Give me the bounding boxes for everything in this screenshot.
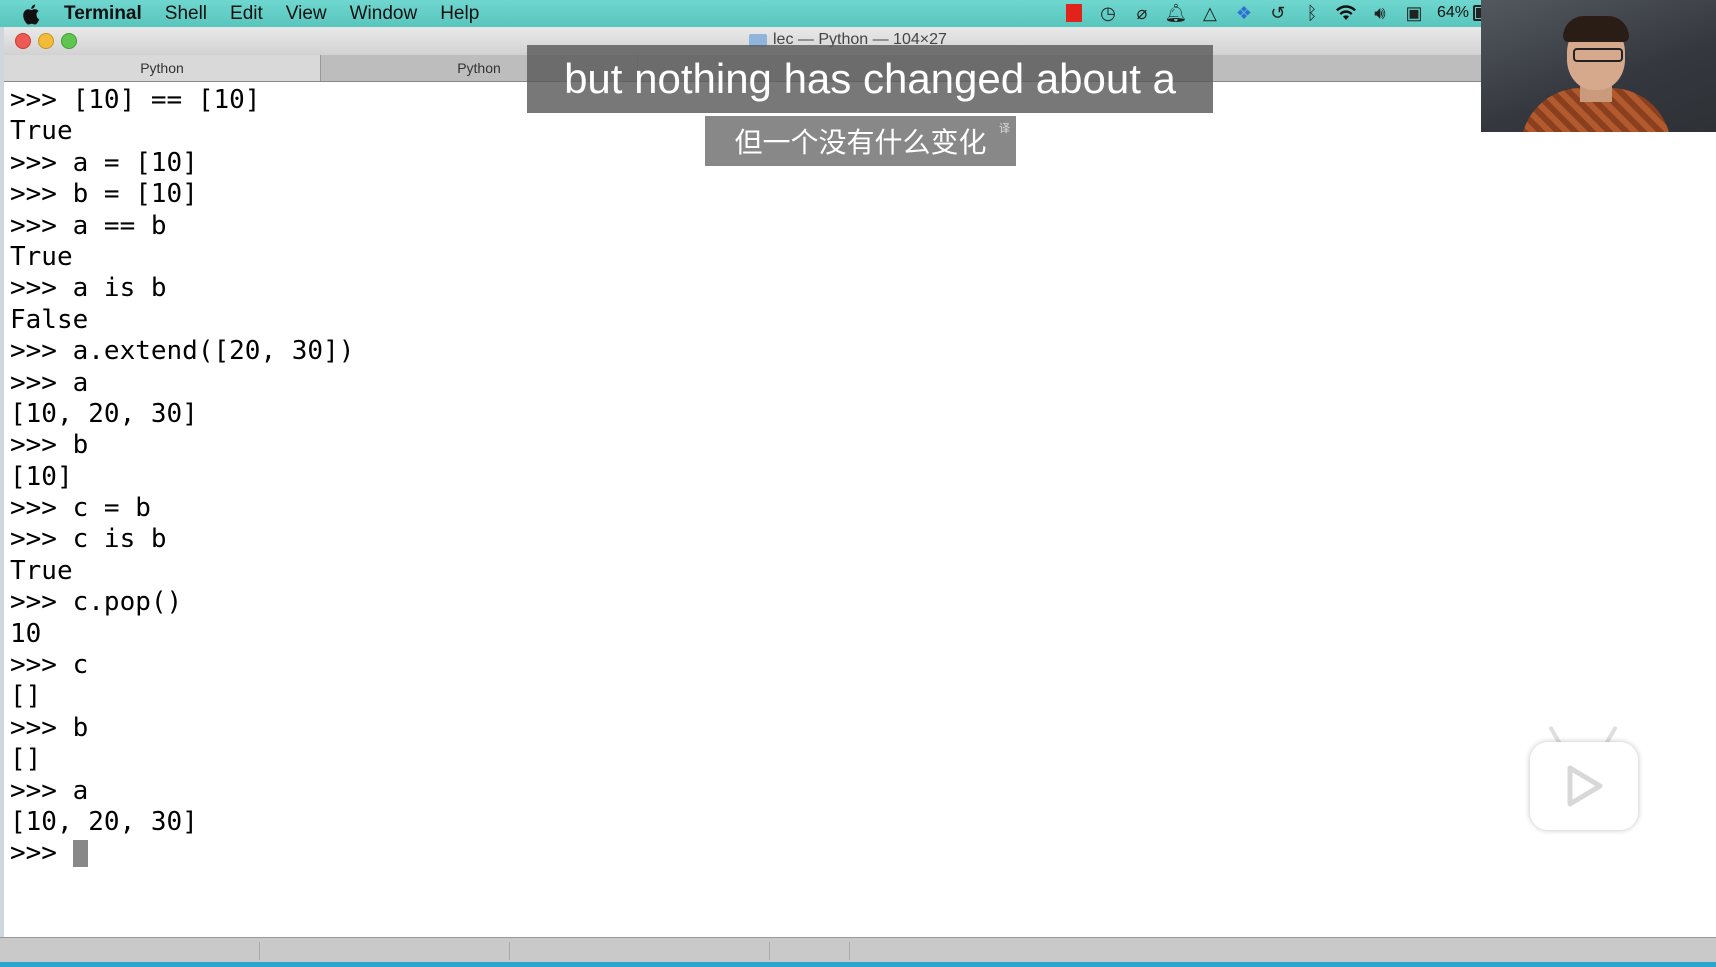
terminal-line: >>> a.extend([20, 30]): [10, 336, 355, 367]
menu-window[interactable]: Window: [350, 3, 418, 25]
zoom-button[interactable]: [61, 33, 77, 49]
record-icon[interactable]: [1063, 2, 1085, 24]
time-machine-icon[interactable]: ↺: [1267, 2, 1289, 24]
dropbox-icon[interactable]: ❖: [1233, 2, 1255, 24]
subtitle-english: but nothing has changed about a: [527, 45, 1213, 113]
bottom-strip: [0, 962, 1716, 967]
text-cursor: [72, 840, 88, 868]
terminal-line: True: [10, 555, 73, 586]
dock-item[interactable]: [270, 942, 510, 960]
terminal-line: []: [10, 744, 42, 775]
terminal-line: >>> a == b: [10, 210, 167, 241]
battery-percent: 64%: [1436, 4, 1469, 21]
terminal-line: >>> b: [10, 712, 89, 743]
menu-edit[interactable]: Edit: [230, 3, 263, 25]
display-icon[interactable]: ▣: [1403, 2, 1425, 24]
terminal-line: []: [10, 681, 42, 712]
terminal-line: True: [10, 241, 73, 272]
subtitle-chinese-text: 但一个没有什么变化: [734, 127, 987, 158]
drive-icon[interactable]: △: [1199, 2, 1221, 24]
notification-bell-icon[interactable]: 🔔︎: [1165, 2, 1188, 24]
webcam-overlay: [1481, 0, 1716, 132]
close-button[interactable]: [15, 33, 31, 49]
terminal-line: >>> a is b: [10, 273, 167, 304]
prompt: >>>: [10, 838, 73, 869]
wifi-icon[interactable]: [1335, 2, 1357, 24]
menu-shell[interactable]: Shell: [165, 3, 207, 25]
dock-item[interactable]: [790, 942, 850, 960]
volume-icon[interactable]: 🔊︎: [1369, 2, 1391, 24]
menu-terminal[interactable]: Terminal: [64, 3, 142, 25]
minimize-button[interactable]: [38, 33, 54, 49]
terminal-line: >>> c: [10, 650, 89, 681]
bluetooth-icon[interactable]: ᛒ: [1301, 2, 1323, 24]
play-icon: [1567, 765, 1603, 807]
presenter-glasses: [1573, 48, 1623, 62]
terminal-line: >>> c.pop(): [10, 587, 183, 618]
terminal-line: 10: [10, 618, 42, 649]
menu-bar: Terminal Shell Edit View Window Help ◷ ⌀…: [0, 0, 1716, 27]
terminal-window: lec — Python — 104×27 Python Python >>> …: [4, 27, 1716, 964]
terminal-line: [10, 20, 30]: [10, 398, 198, 429]
menu-view[interactable]: View: [286, 3, 327, 25]
subtitle-chinese: 但一个没有什么变化 译: [705, 116, 1016, 166]
menu-help[interactable]: Help: [440, 3, 479, 25]
clock-app-icon[interactable]: ◷: [1097, 2, 1119, 24]
status-icons: ◷ ⌀ 🔔︎ △ ❖ ↺ ᛒ 🔊︎ ▣ 64%: [1063, 2, 1501, 24]
apple-icon[interactable]: [22, 3, 50, 25]
terminal-prompt-line[interactable]: >>>: [10, 838, 1510, 869]
paperclip-icon[interactable]: ⌀: [1131, 2, 1153, 24]
translate-tag: 译: [999, 123, 1010, 135]
terminal-line: >>> b: [10, 430, 89, 461]
tab-python-1[interactable]: Python: [4, 55, 321, 81]
terminal-line: >>> b = [10]: [10, 179, 198, 210]
dock-item[interactable]: [530, 942, 770, 960]
terminal-line: False: [10, 304, 89, 335]
terminal-line: [10]: [10, 461, 73, 492]
terminal-line: >>> a: [10, 775, 89, 806]
terminal-output[interactable]: >>> [10] == [10] True >>> a = [10] >>> b…: [10, 85, 1510, 885]
play-button[interactable]: [1530, 742, 1638, 830]
dock-item[interactable]: [20, 942, 260, 960]
terminal-line: >>> c = b: [10, 493, 151, 524]
bottom-bar: [0, 937, 1716, 967]
terminal-line: [10, 20, 30]: [10, 806, 198, 837]
terminal-line: >>> a: [10, 367, 89, 398]
terminal-line: >>> c is b: [10, 524, 167, 555]
presenter-hair: [1563, 16, 1629, 42]
